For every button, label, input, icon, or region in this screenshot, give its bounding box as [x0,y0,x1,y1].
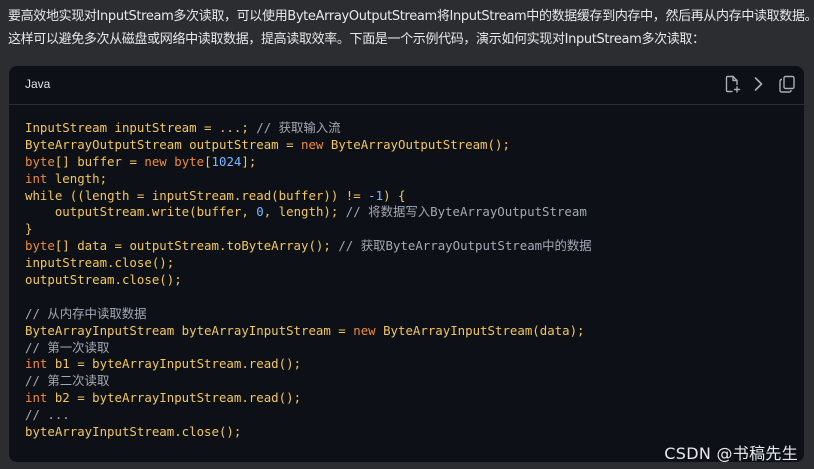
code-block-header: Java [9,66,804,105]
code-token: [] buffer = [54,153,145,169]
code-token: 1024 [211,153,242,169]
code-line: int b1 = byteArrayInputStream.read(); [25,356,592,373]
code-line: int length; [25,171,592,188]
code-token: outputStream.write(buffer, [25,204,257,220]
code-token: new [353,322,376,338]
code-line: // 第一次读取 [25,340,592,357]
code-line: // 第二次读取 [25,373,592,390]
code-line: // 从内存中读取数据 [25,306,592,323]
code-token: ByteArrayInputStream(data); [375,322,585,338]
code-language-label: Java [25,77,51,91]
code-token: , length); [263,204,339,220]
code-line: inputStream.close(); [25,255,592,272]
code-line: int b2 = byteArrayInputStream.read(); [25,390,592,407]
code-token: ]; [241,153,257,169]
copy-icon[interactable] [777,74,797,94]
code-line: byte[] buffer = new byte[1024]; [25,154,592,171]
code-line: outputStream.close(); [25,272,592,289]
intro-line: 这样可以避免多次从磁盘或网络中读取数据，提高读取效率。下面是一个示例代码，演示如… [8,32,705,47]
insert-file-icon[interactable] [722,74,742,94]
code-token: // 从内存中读取数据 [25,305,147,321]
code-token: // 将数据写入ByteArrayOutputStream [338,204,587,220]
code-token: // 第二次读取 [25,373,110,389]
code-token: new [301,136,324,152]
code-block: Java InputStream inputStream = ...; // 获… [9,66,804,462]
code-token: byte [174,153,205,169]
code-token: // 获取输入流 [248,120,341,135]
chevron-right-icon[interactable] [748,74,768,94]
code-token: b2 = byteArrayInputStream.read(); [47,390,302,406]
code-token: int [25,390,48,406]
code-token: ByteArrayInputStream byteArrayInputStrea… [25,322,354,338]
code-token: [ [204,153,212,169]
code-token: InputStream inputStream = ...; [25,120,249,135]
intro-paragraph: 要高效地实现对InputStream多次读取，可以使用ByteArrayOutp… [8,5,814,51]
code-token: length; [47,170,108,186]
code-line: outputStream.write(buffer, 0, length); /… [25,204,592,221]
code-line: ByteArrayInputStream byteArrayInputStrea… [25,323,592,340]
code-token: b1 = byteArrayInputStream.read(); [47,356,302,372]
intro-line: 要高效地实现对InputStream多次读取，可以使用ByteArrayOutp… [8,9,814,24]
csdn-watermark: CSDN @书稿先生 [664,444,798,463]
code-token: // 第一次读取 [25,339,110,355]
code-token: byteArrayInputStream.close(); [25,424,242,440]
code-token: new [144,153,167,169]
code-line: byte[] data = outputStream.toByteArray()… [25,238,592,255]
code-token: ((length = inputStream.read(buffer)) != [62,187,369,203]
code-token: inputStream.close(); [25,255,175,271]
code-token: ) { [383,187,406,203]
code-token: // ... [25,407,70,423]
code-line: ByteArrayOutputStream outputStream = new… [25,137,592,154]
code-line: } [25,221,592,238]
code-token: int [25,170,48,186]
code-token: ByteArrayOutputStream outputStream = [25,136,302,152]
code-token: int [25,356,48,372]
code-token: while [25,187,63,203]
code-line: byteArrayInputStream.close(); [25,424,592,441]
code-token: byte [25,238,55,254]
code-token: 0 [256,204,264,220]
code-token: ByteArrayOutputStream(); [323,136,510,152]
code-line: while ((length = inputStream.read(buffer… [25,188,592,205]
code-token: [] data = outputStream.toByteArray(); [54,238,331,254]
code-token: } [25,221,33,237]
code-token: outputStream.close(); [25,272,182,288]
code-line: // ... [25,407,592,424]
code-token: // 获取ByteArrayOutputStream中的数据 [330,238,592,254]
code-content: InputStream inputStream = ...; // 获取输入流 B… [25,120,592,441]
code-line: InputStream inputStream = ...; // 获取输入流 [25,120,592,137]
code-token: byte [25,153,55,169]
code-token: -1 [368,187,384,203]
